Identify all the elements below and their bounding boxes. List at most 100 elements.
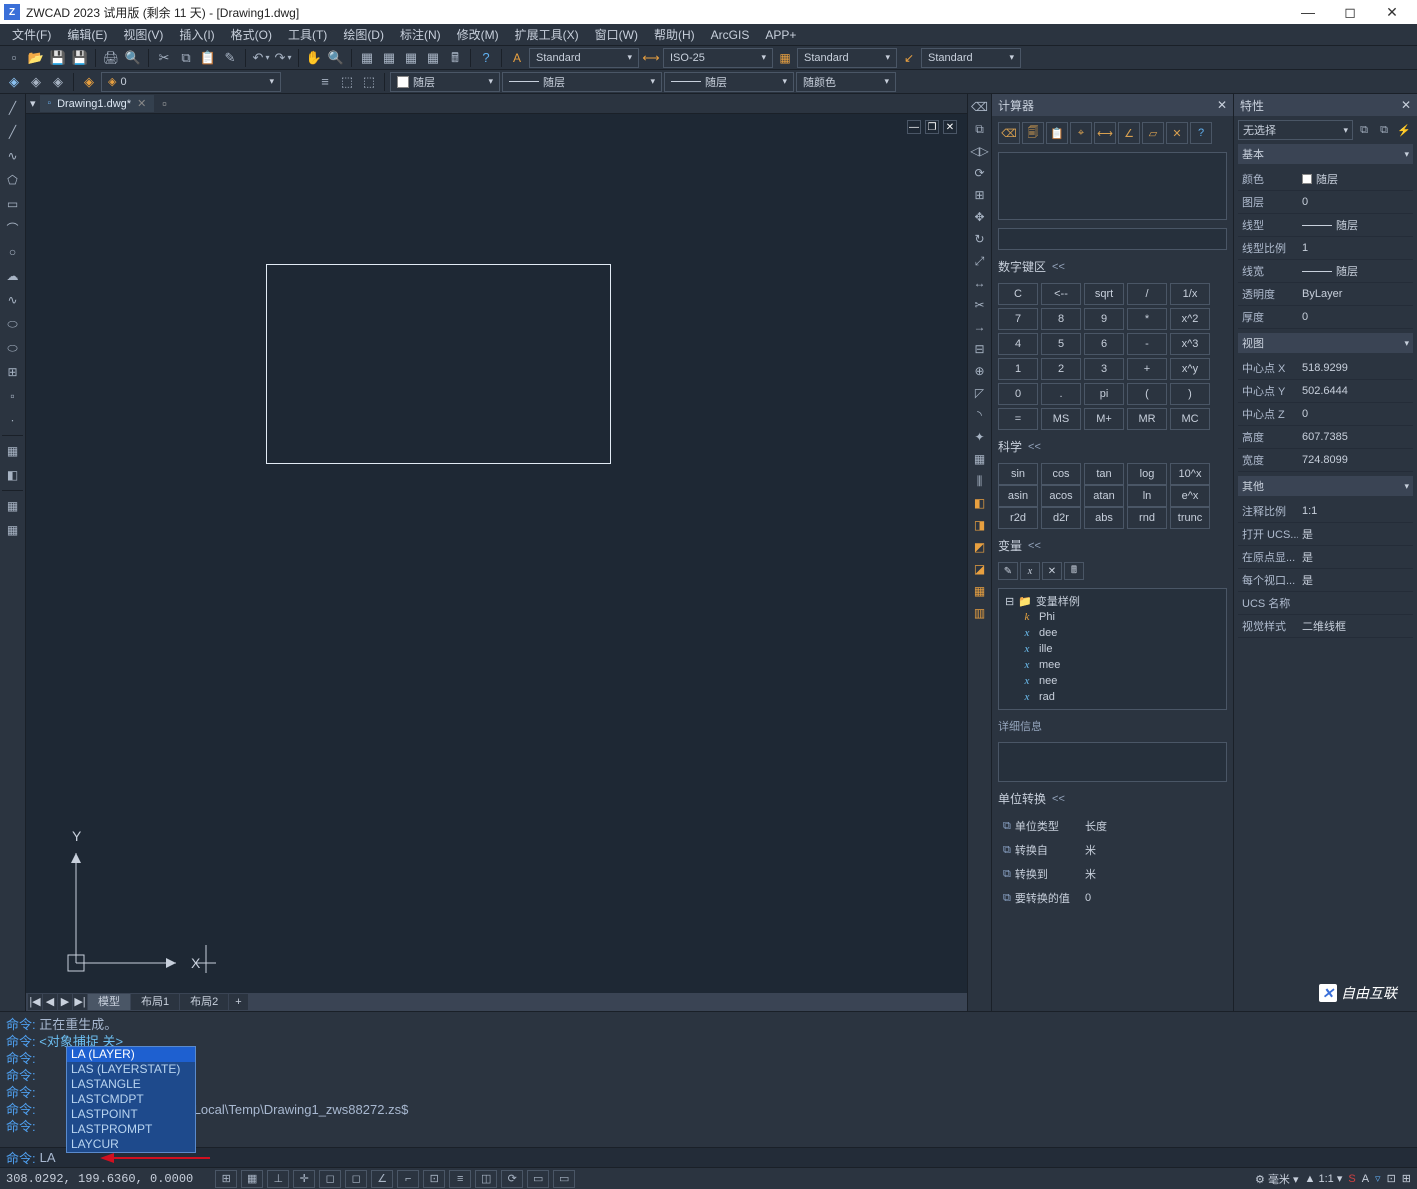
tool-move-icon[interactable]: ✥ [970, 207, 990, 227]
command-input[interactable]: 命令: LA [0, 1147, 1417, 1167]
calc-section-numpad[interactable]: 数字键区 [998, 258, 1227, 275]
tool-misc3-icon[interactable]: ◩ [970, 537, 990, 557]
tool-scale-icon[interactable]: ⤢ [970, 251, 990, 271]
calc-help-icon[interactable]: ? [1190, 122, 1212, 144]
document-tab-1[interactable]: ▫ Drawing1.dwg* ✕ [40, 95, 155, 112]
tb-designcenter-icon[interactable]: ▦ [379, 48, 399, 68]
calculator-close-button[interactable]: ✕ [1217, 98, 1227, 112]
tb-props-icon[interactable]: ▦ [357, 48, 377, 68]
calc-key-6[interactable]: 6 [1084, 333, 1124, 355]
tb-new-icon[interactable]: ▫ [4, 48, 24, 68]
calc-key-[interactable]: ( [1127, 383, 1167, 405]
menu-window[interactable]: 窗口(W) [587, 24, 646, 45]
menu-modify[interactable]: 修改(M) [449, 24, 507, 45]
tool-arc-icon[interactable]: ⌒ [2, 217, 24, 239]
sb-snap-button[interactable]: ⊞ [215, 1170, 237, 1188]
close-icon[interactable]: ✕ [137, 97, 146, 110]
autocomplete-item[interactable]: LAS (LAYERSTATE) [67, 1062, 195, 1077]
calc-var-tree[interactable]: ⊟📁变量样例 kPhi xdee xille xmee xnee xrad [998, 588, 1227, 710]
tb-mleaderstyle-icon[interactable]: ↙ [899, 48, 919, 68]
layout-tab-add[interactable]: + [229, 994, 247, 1010]
calc-key-[interactable]: - [1127, 333, 1167, 355]
menu-dim[interactable]: 标注(N) [392, 24, 449, 45]
var-edit-icon[interactable]: x [1020, 562, 1040, 580]
tb-layerfrz-icon[interactable]: ◈ [48, 72, 68, 92]
calc-key-MS[interactable]: MS [1041, 408, 1081, 430]
tb-layeriso-icon[interactable]: ◈ [4, 72, 24, 92]
layout-tab-model[interactable]: 模型 [88, 994, 130, 1010]
calc-key-[interactable]: = [998, 408, 1038, 430]
calc-key-MR[interactable]: MR [1127, 408, 1167, 430]
prop-flash-icon[interactable]: ⚡ [1395, 121, 1413, 139]
calc-key-4[interactable]: 4 [998, 333, 1038, 355]
prop-section-view[interactable]: 视图▾ [1238, 333, 1413, 353]
tb-saveas-icon[interactable]: 💾 [70, 48, 90, 68]
prop-h-value[interactable]: 607.7385 [1298, 426, 1413, 449]
tool-region-icon[interactable]: ▦ [2, 495, 24, 517]
tool-join-icon[interactable]: ⊕ [970, 361, 990, 381]
calc-sci-atan[interactable]: atan [1084, 485, 1124, 507]
calc-sci-cos[interactable]: cos [1041, 463, 1081, 485]
sb-misc-icon-2[interactable]: A [1362, 1173, 1369, 1185]
menu-express[interactable]: 扩展工具(X) [507, 24, 587, 45]
child-close-button[interactable]: ✕ [943, 120, 957, 134]
calc-getarea-icon[interactable]: ▱ [1142, 122, 1164, 144]
calc-section-sci[interactable]: 科学 [998, 438, 1227, 455]
calc-key-M[interactable]: M+ [1084, 408, 1124, 430]
tb-mleaderstyle-select[interactable]: Standard▾ [921, 48, 1021, 68]
window-min-button[interactable]: — [1287, 0, 1329, 24]
layout-tab-1[interactable]: 布局1 [131, 994, 179, 1010]
calc-key-8[interactable]: 8 [1041, 308, 1081, 330]
tool-chamfer-icon[interactable]: ◸ [970, 383, 990, 403]
calc-key-[interactable]: * [1127, 308, 1167, 330]
calc-key-x3[interactable]: x^3 [1170, 333, 1210, 355]
tool-point-icon[interactable]: ∙ [2, 409, 24, 431]
menu-tools[interactable]: 工具(T) [280, 24, 335, 45]
tb-undo-icon[interactable]: ↶ [251, 48, 271, 68]
calc-key-[interactable]: ) [1170, 383, 1210, 405]
sb-cycle-button[interactable]: ⟳ [501, 1170, 523, 1188]
tb-open-icon[interactable]: 📂 [26, 48, 46, 68]
menu-file[interactable]: 文件(F) [4, 24, 59, 45]
tb-layeroff-icon[interactable]: ◈ [26, 72, 46, 92]
tb-textstyle-select[interactable]: Standard▾ [529, 48, 639, 68]
autocomplete-item[interactable]: LASTPROMPT [67, 1122, 195, 1137]
calc-key-1x[interactable]: 1/x [1170, 283, 1210, 305]
tb-copy-icon[interactable]: ⧉ [176, 48, 196, 68]
prop-section-other[interactable]: 其他▾ [1238, 476, 1413, 496]
autocomplete-item[interactable]: LASTCMDPT [67, 1092, 195, 1107]
tb-layer-select[interactable]: ◈ 0▾ [101, 72, 281, 92]
prop-anno-value[interactable]: 1:1 [1298, 500, 1413, 523]
tb-layer-icon[interactable]: ◈ [79, 72, 99, 92]
prop-cz-value[interactable]: 0 [1298, 403, 1413, 426]
calc-sci-sin[interactable]: sin [998, 463, 1038, 485]
layout-nav-prev[interactable]: ◀ [43, 994, 57, 1010]
calc-key-[interactable]: + [1127, 358, 1167, 380]
tool-table-icon[interactable]: ▦ [2, 519, 24, 541]
tool-align-icon[interactable]: ⫼ [970, 471, 990, 491]
properties-close-button[interactable]: ✕ [1401, 98, 1411, 112]
window-close-button[interactable]: ✕ [1371, 0, 1413, 24]
sb-misc-icon-1[interactable]: S [1348, 1173, 1355, 1185]
child-restore-button[interactable]: ❐ [925, 120, 939, 134]
tb-matchprop-icon[interactable]: ✎ [220, 48, 240, 68]
tool-pline-icon[interactable]: ∿ [2, 145, 24, 167]
layout-nav-next[interactable]: ▶ [58, 994, 72, 1010]
tb-save-icon[interactable]: 💾 [48, 48, 68, 68]
tool-extend-icon[interactable]: → [970, 317, 990, 337]
tool-circle-icon[interactable]: ○ [2, 241, 24, 263]
menu-draw[interactable]: 绘图(D) [335, 24, 392, 45]
tool-misc2-icon[interactable]: ◨ [970, 515, 990, 535]
calc-sci-acos[interactable]: acos [1041, 485, 1081, 507]
prop-trans-value[interactable]: ByLayer [1298, 283, 1413, 306]
autocomplete-item[interactable]: LASTPOINT [67, 1107, 195, 1122]
tb-lineweight-select[interactable]: 随层▾ [664, 72, 794, 92]
menu-appplus[interactable]: APP+ [757, 24, 804, 45]
tool-ellipsearc-icon[interactable]: ⬭ [2, 337, 24, 359]
sb-misc-icon-3[interactable]: ▿ [1375, 1172, 1381, 1185]
calc-sci-ln[interactable]: ln [1127, 485, 1167, 507]
autocomplete-item[interactable]: LASTANGLE [67, 1077, 195, 1092]
calculator-header[interactable]: 计算器 ✕ [992, 94, 1233, 116]
tb-paste-icon[interactable]: 📋 [198, 48, 218, 68]
autocomplete-item[interactable]: LAYCUR [67, 1137, 195, 1152]
